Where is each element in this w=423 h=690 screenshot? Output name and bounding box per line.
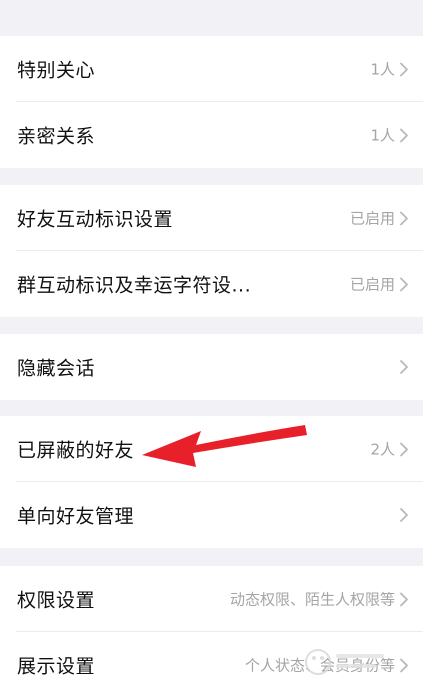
chevron-right-icon xyxy=(400,442,408,456)
row-hidden-conversations[interactable]: 隐藏会话 xyxy=(0,334,423,400)
row-permission-settings[interactable]: 权限设置 动态权限、陌生人权限等 xyxy=(0,566,423,632)
settings-group-privacy: 权限设置 动态权限、陌生人权限等 展示设置 个人状态、会员身份等 xyxy=(0,566,423,690)
chevron-right-icon xyxy=(400,62,408,76)
row-one-way-friends[interactable]: 单向好友管理 xyxy=(0,482,423,548)
row-label: 好友互动标识设置 xyxy=(17,208,174,231)
settings-group-friends: 已屏蔽的好友 2人 单向好友管理 xyxy=(0,416,423,548)
chevron-right-icon xyxy=(400,211,408,225)
row-friend-interaction-badge[interactable]: 好友互动标识设置 已启用 xyxy=(0,185,423,251)
chevron-right-icon xyxy=(400,128,408,142)
chevron-right-icon xyxy=(400,658,408,672)
row-intimate-relation[interactable]: 亲密关系 1人 xyxy=(0,102,423,168)
row-display-settings[interactable]: 展示设置 个人状态、会员身份等 xyxy=(0,632,423,690)
row-label: 展示设置 xyxy=(17,655,96,678)
row-label: 亲密关系 xyxy=(17,125,96,148)
chevron-right-icon xyxy=(400,508,408,522)
row-value: 2人 xyxy=(370,440,395,459)
row-label: 特别关心 xyxy=(17,59,96,82)
row-value: 动态权限、陌生人权限等 xyxy=(229,590,395,609)
row-blocked-friends[interactable]: 已屏蔽的好友 2人 xyxy=(0,416,423,482)
row-label: 已屏蔽的好友 xyxy=(17,439,135,462)
row-label: 单向好友管理 xyxy=(17,505,135,528)
settings-page: 特别关心 1人 亲密关系 1人 好友互动标识设置 已启用 群互动标识及幸运字符设… xyxy=(0,0,423,690)
row-value: 个人状态、会员身份等 xyxy=(244,656,395,675)
row-value: 1人 xyxy=(370,60,395,79)
settings-group-hidden: 隐藏会话 xyxy=(0,334,423,400)
chevron-right-icon xyxy=(400,277,408,291)
row-label: 权限设置 xyxy=(17,589,96,612)
row-label: 群互动标识及幸运字符设... xyxy=(17,274,252,297)
row-value: 1人 xyxy=(370,126,395,145)
row-label: 隐藏会话 xyxy=(17,357,96,380)
row-group-interaction-badge[interactable]: 群互动标识及幸运字符设... 已启用 xyxy=(0,251,423,317)
row-value: 已启用 xyxy=(349,275,395,294)
chevron-right-icon xyxy=(400,592,408,606)
settings-group-interaction: 好友互动标识设置 已启用 群互动标识及幸运字符设... 已启用 xyxy=(0,185,423,317)
chevron-right-icon xyxy=(400,360,408,374)
row-value: 已启用 xyxy=(349,209,395,228)
row-special-care[interactable]: 特别关心 1人 xyxy=(0,36,423,102)
settings-group-care: 特别关心 1人 亲密关系 1人 xyxy=(0,36,423,168)
